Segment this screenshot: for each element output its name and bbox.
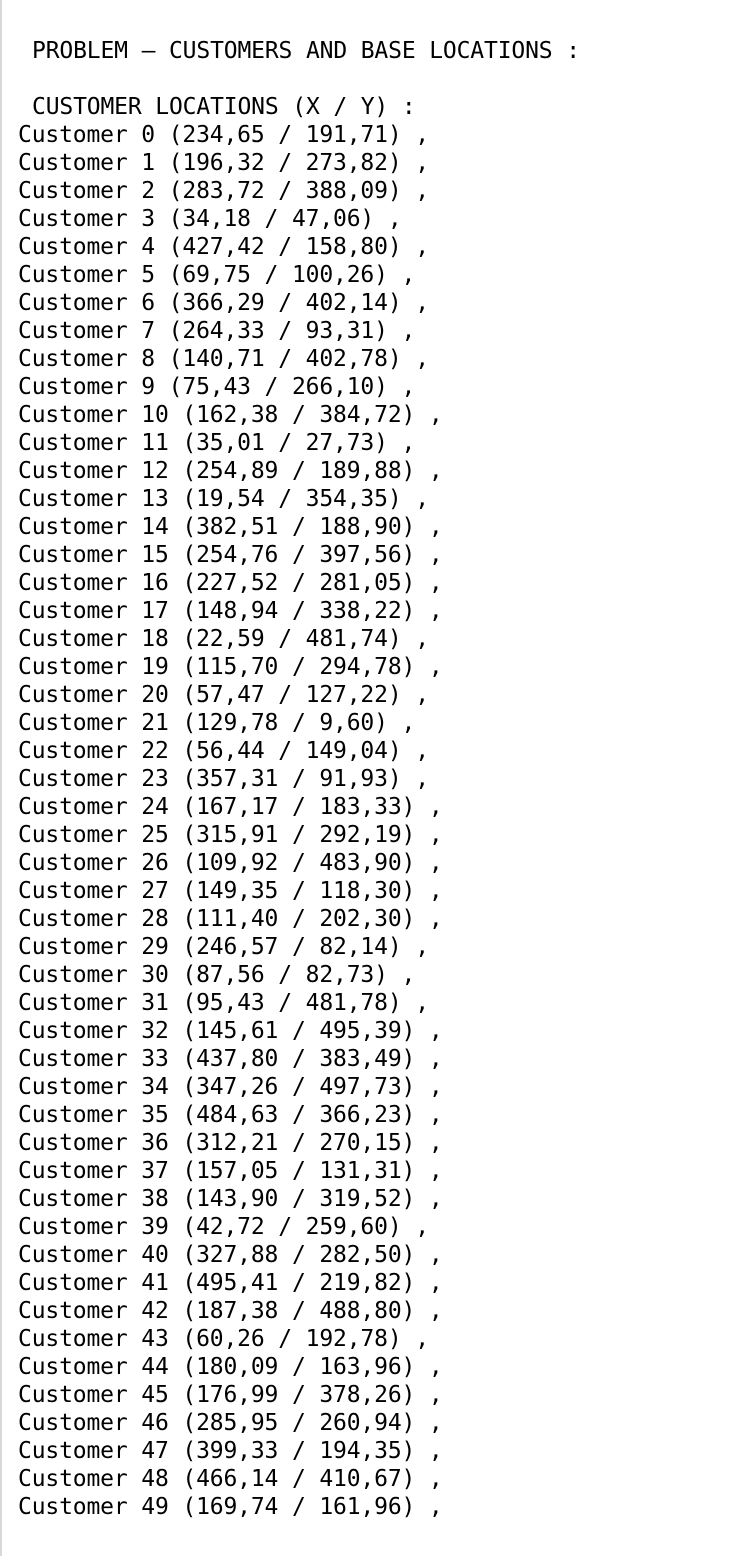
console-output: PROBLEM – CUSTOMERS AND BASE LOCATIONS :… bbox=[0, 0, 742, 1556]
customer-line: Customer 4 (427,42 / 158,80) , bbox=[18, 234, 429, 260]
customer-line: Customer 24 (167,17 / 183,33) , bbox=[18, 794, 443, 820]
customer-line: Customer 29 (246,57 / 82,14) , bbox=[18, 934, 429, 960]
customer-line: Customer 46 (285,95 / 260,94) , bbox=[18, 1410, 443, 1436]
customer-line: Customer 19 (115,70 / 294,78) , bbox=[18, 654, 443, 680]
customer-line: Customer 16 (227,52 / 281,05) , bbox=[18, 570, 443, 596]
customer-locations-header: CUSTOMER LOCATIONS (X / Y) : bbox=[32, 94, 416, 120]
customer-line: Customer 34 (347,26 / 497,73) , bbox=[18, 1074, 443, 1100]
customer-line: Customer 41 (495,41 / 219,82) , bbox=[18, 1270, 443, 1296]
customer-line: Customer 22 (56,44 / 149,04) , bbox=[18, 738, 429, 764]
customer-line: Customer 35 (484,63 / 366,23) , bbox=[18, 1102, 443, 1128]
problem-header: PROBLEM – CUSTOMERS AND BASE LOCATIONS : bbox=[32, 38, 580, 64]
customer-line: Customer 9 (75,43 / 266,10) , bbox=[18, 374, 416, 400]
customer-line: Customer 49 (169,74 / 161,96) , bbox=[18, 1494, 443, 1520]
customer-line: Customer 23 (357,31 / 91,93) , bbox=[18, 766, 429, 792]
customer-line: Customer 27 (149,35 / 118,30) , bbox=[18, 878, 443, 904]
customer-line: Customer 20 (57,47 / 127,22) , bbox=[18, 682, 429, 708]
customer-line: Customer 2 (283,72 / 388,09) , bbox=[18, 178, 429, 204]
customer-line: Customer 0 (234,65 / 191,71) , bbox=[18, 122, 429, 148]
customer-line: Customer 6 (366,29 / 402,14) , bbox=[18, 290, 429, 316]
customer-line: Customer 40 (327,88 / 282,50) , bbox=[18, 1242, 443, 1268]
customer-line: Customer 33 (437,80 / 383,49) , bbox=[18, 1046, 443, 1072]
customer-line: Customer 44 (180,09 / 163,96) , bbox=[18, 1354, 443, 1380]
customer-line: Customer 21 (129,78 / 9,60) , bbox=[18, 710, 416, 736]
customer-line: Customer 5 (69,75 / 100,26) , bbox=[18, 262, 416, 288]
customer-line: Customer 28 (111,40 / 202,30) , bbox=[18, 906, 443, 932]
customer-line: Customer 25 (315,91 / 292,19) , bbox=[18, 822, 443, 848]
customer-line: Customer 30 (87,56 / 82,73) , bbox=[18, 962, 416, 988]
customer-line: Customer 47 (399,33 / 194,35) , bbox=[18, 1438, 443, 1464]
customer-line: Customer 11 (35,01 / 27,73) , bbox=[18, 430, 416, 456]
customer-line: Customer 45 (176,99 / 378,26) , bbox=[18, 1382, 443, 1408]
customer-line: Customer 37 (157,05 / 131,31) , bbox=[18, 1158, 443, 1184]
customer-line: Customer 8 (140,71 / 402,78) , bbox=[18, 346, 429, 372]
customer-line: Customer 14 (382,51 / 188,90) , bbox=[18, 514, 443, 540]
customer-line: Customer 48 (466,14 / 410,67) , bbox=[18, 1466, 443, 1492]
customer-line: Customer 13 (19,54 / 354,35) , bbox=[18, 486, 429, 512]
customer-line: Customer 26 (109,92 / 483,90) , bbox=[18, 850, 443, 876]
customer-line: Customer 38 (143,90 / 319,52) , bbox=[18, 1186, 443, 1212]
customer-line: Customer 31 (95,43 / 481,78) , bbox=[18, 990, 429, 1016]
customer-line: Customer 42 (187,38 / 488,80) , bbox=[18, 1298, 443, 1324]
customer-line: Customer 12 (254,89 / 189,88) , bbox=[18, 458, 443, 484]
customer-line: Customer 39 (42,72 / 259,60) , bbox=[18, 1214, 429, 1240]
customer-line: Customer 18 (22,59 / 481,74) , bbox=[18, 626, 429, 652]
customer-line: Customer 1 (196,32 / 273,82) , bbox=[18, 150, 429, 176]
customer-line: Customer 10 (162,38 / 384,72) , bbox=[18, 402, 443, 428]
customer-line: Customer 32 (145,61 / 495,39) , bbox=[18, 1018, 443, 1044]
customer-line: Customer 43 (60,26 / 192,78) , bbox=[18, 1326, 429, 1352]
customer-line: Customer 3 (34,18 / 47,06) , bbox=[18, 206, 402, 232]
customer-line: Customer 17 (148,94 / 338,22) , bbox=[18, 598, 443, 624]
customer-line: Customer 7 (264,33 / 93,31) , bbox=[18, 318, 416, 344]
customer-line: Customer 15 (254,76 / 397,56) , bbox=[18, 542, 443, 568]
customer-line: Customer 36 (312,21 / 270,15) , bbox=[18, 1130, 443, 1156]
